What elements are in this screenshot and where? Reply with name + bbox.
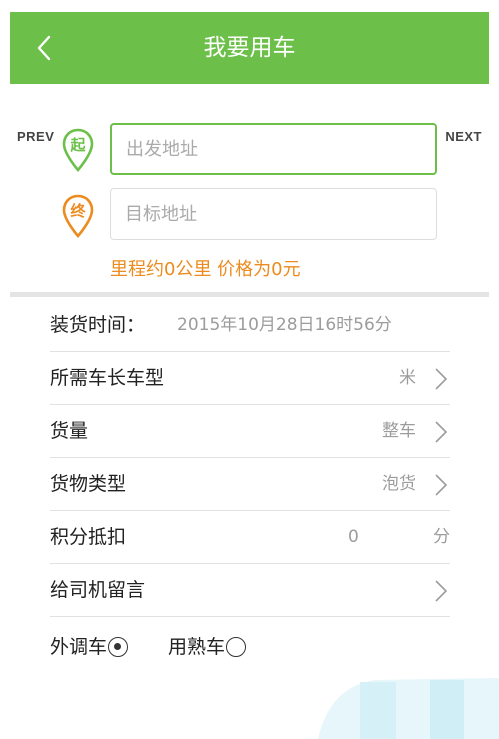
title-bar: 我要用车 <box>10 12 489 84</box>
goods-type-label: 货物类型 <box>50 473 127 495</box>
end-pin-icon: 终 <box>62 194 94 238</box>
familiar-vehicle-label: 用熟车 <box>168 636 226 658</box>
load-time-row[interactable]: 装货时间： 2015年10月28日16时56分 <box>50 299 450 352</box>
points-input[interactable] <box>300 521 420 553</box>
page-title: 我要用车 <box>203 35 296 61</box>
end-address-input[interactable] <box>110 188 437 240</box>
chevron-right-icon <box>435 368 448 390</box>
chevron-right-icon <box>435 421 448 443</box>
next-button[interactable]: NEXT <box>445 129 482 144</box>
outsource-vehicle-radio[interactable]: 外调车 <box>50 630 129 664</box>
prev-button[interactable]: PREV <box>17 129 54 144</box>
load-time-label: 装货时间： <box>50 314 146 336</box>
chevron-right-icon <box>435 580 448 602</box>
radio-checked-icon[interactable] <box>108 637 129 657</box>
cargo-amount-row[interactable]: 货量 整车 <box>50 405 450 458</box>
goods-type-row[interactable]: 货物类型 泡货 <box>50 458 450 511</box>
points-deduction-row: 积分抵扣 分 <box>50 511 450 564</box>
start-pin-icon: 起 <box>62 128 94 172</box>
end-pin-char: 终 <box>70 202 86 220</box>
points-unit: 分 <box>433 527 450 547</box>
start-pin-char: 起 <box>69 136 86 154</box>
chevron-right-icon <box>435 474 448 496</box>
corner-watermark-decoration <box>318 678 499 739</box>
car-type-row[interactable]: 所需车长车型 米 <box>50 352 450 405</box>
car-type-label: 所需车长车型 <box>50 367 165 389</box>
car-type-value: 米 <box>399 368 416 388</box>
app-frame: 我要用车 PREV NEXT 起 终 里程约0公里 价格为0元 装货时间： 20… <box>10 12 489 739</box>
driver-message-label: 给司机留言 <box>50 579 146 601</box>
cargo-amount-label: 货量 <box>50 420 89 442</box>
outsource-vehicle-label: 外调车 <box>50 636 108 658</box>
distance-price-summary: 里程约0公里 价格为0元 <box>110 259 301 280</box>
driver-message-row[interactable]: 给司机留言 <box>50 564 450 617</box>
goods-type-value: 泡货 <box>382 474 416 494</box>
start-address-input[interactable] <box>110 123 437 175</box>
section-divider <box>10 292 489 297</box>
radio-unchecked-icon[interactable] <box>226 637 247 657</box>
familiar-vehicle-radio[interactable]: 用熟车 <box>168 630 247 664</box>
cargo-amount-value: 整车 <box>382 421 416 441</box>
points-deduction-label: 积分抵扣 <box>50 526 127 548</box>
load-time-value[interactable]: 2015年10月28日16时56分 <box>177 299 392 352</box>
